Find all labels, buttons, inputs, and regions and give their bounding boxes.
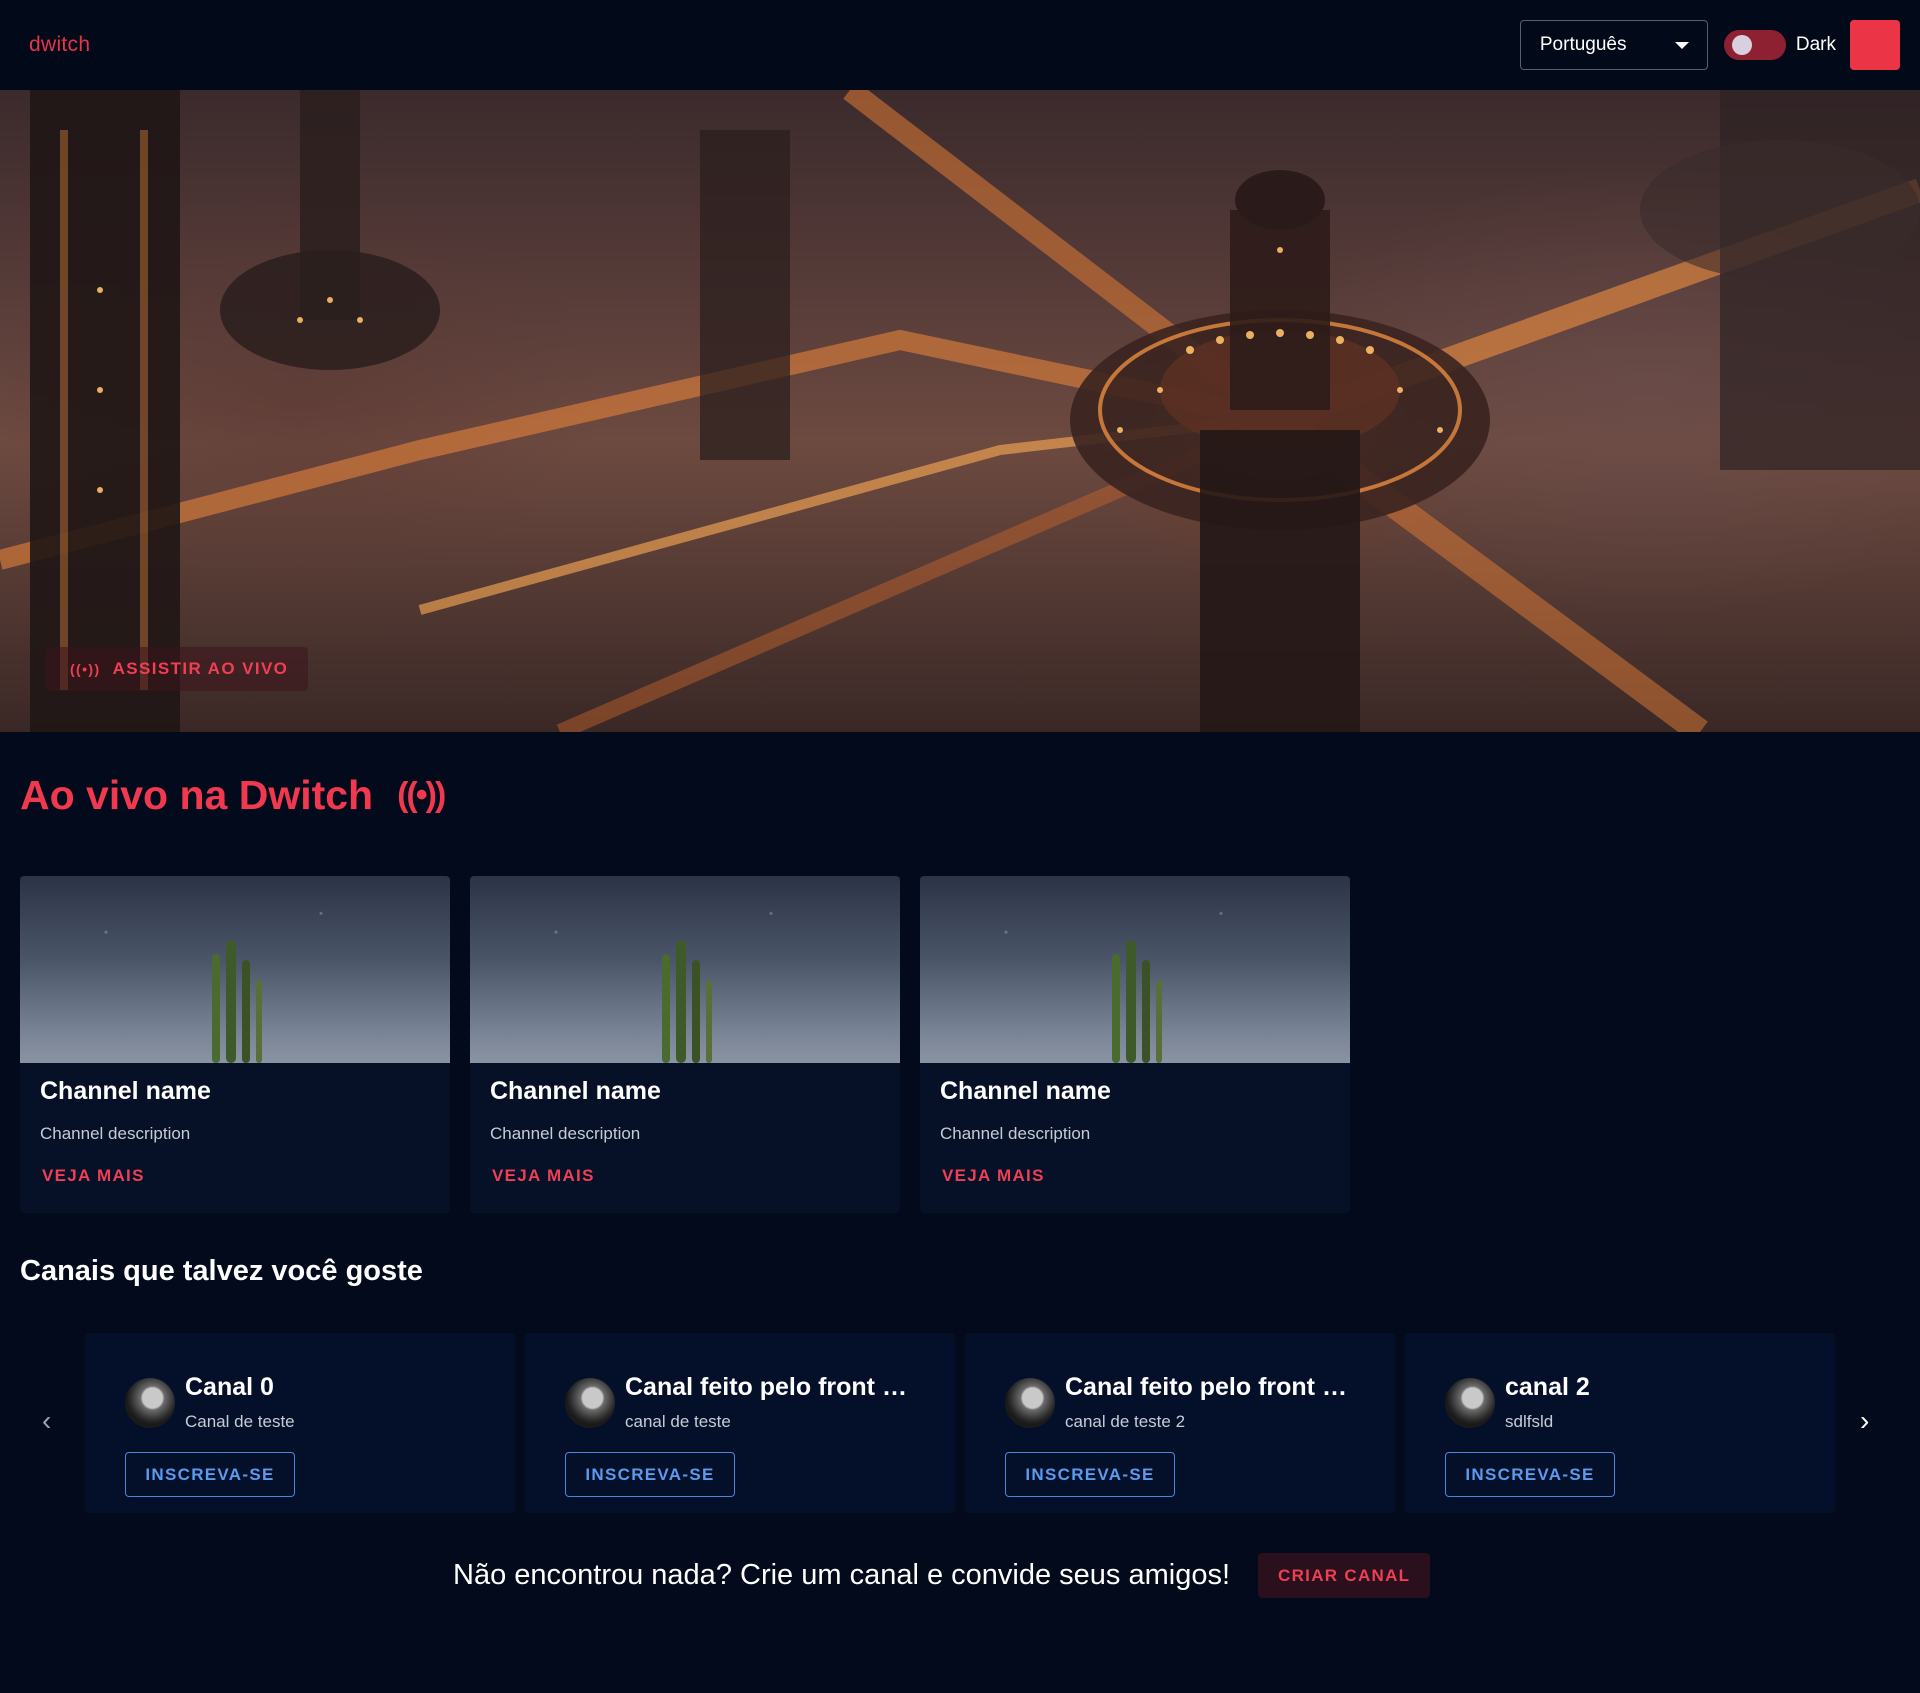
see-more-button[interactable]: VEJA MAIS <box>490 1166 880 1186</box>
subscribe-button[interactable]: INSCREVA-SE <box>1005 1452 1175 1497</box>
cta-message: Não encontrou nada? Crie um canal e conv… <box>453 1559 1231 1591</box>
channel-thumbnail <box>470 876 900 1063</box>
live-section-title-text: Ao vivo na Dwitch <box>20 772 374 818</box>
create-channel-button[interactable]: CRIAR CANAL <box>1258 1553 1431 1598</box>
chevron-right-icon[interactable]: › <box>1860 1405 1869 1437</box>
avatar <box>565 1378 615 1428</box>
broadcast-icon: ((•)) <box>397 776 446 814</box>
suggested-channel-card[interactable]: Canal 0 Canal de teste INSCREVA-SE <box>85 1333 515 1513</box>
live-channel-card[interactable]: Channel name Channel description VEJA MA… <box>470 876 900 1213</box>
live-channel-card[interactable]: Channel name Channel description VEJA MA… <box>20 876 450 1213</box>
caret-down-icon <box>1674 41 1689 49</box>
subscribe-button[interactable]: INSCREVA-SE <box>1445 1452 1615 1497</box>
card-header: Canal feito pelo front te... canal de te… <box>565 1373 915 1432</box>
cactus-image <box>662 940 712 1063</box>
channel-description: Channel description <box>940 1124 1091 1143</box>
card-header: Canal feito pelo front te... canal de te… <box>1005 1373 1355 1432</box>
channel-description: canal de teste 2 <box>1065 1412 1186 1431</box>
channel-name: canal 2 <box>1505 1373 1590 1401</box>
avatar <box>1005 1378 1055 1428</box>
watch-live-button[interactable]: ((•)) ASSISTIR AO VIVO <box>46 647 309 691</box>
subscribe-button[interactable]: INSCREVA-SE <box>125 1452 295 1497</box>
language-select[interactable]: Português <box>1519 20 1708 70</box>
live-section-title: Ao vivo na Dwitch ((•)) <box>20 772 446 819</box>
live-channel-card[interactable]: Channel name Channel description VEJA MA… <box>920 876 1350 1213</box>
app-bar: dwitch Português Dark <box>0 0 1920 90</box>
theme-toggle-thumb <box>1731 35 1752 55</box>
broadcast-icon: ((•)) <box>70 661 101 677</box>
card-body: Channel name Channel description VEJA MA… <box>920 1063 1350 1186</box>
logo[interactable]: dwitch <box>29 33 90 57</box>
avatar <box>1445 1378 1495 1428</box>
theme-label: Dark <box>1795 34 1836 55</box>
suggested-channel-list: Canal 0 Canal de teste INSCREVA-SE Canal… <box>85 1333 1835 1513</box>
card-text: Canal feito pelo front te... canal de te… <box>625 1373 915 1432</box>
subscribe-button[interactable]: INSCREVA-SE <box>565 1452 735 1497</box>
card-text: canal 2 sdlfsld <box>1505 1373 1590 1432</box>
theme-toggle[interactable] <box>1722 26 1788 64</box>
card-text: Canal 0 Canal de teste <box>185 1373 295 1432</box>
channel-name: Channel name <box>490 1077 661 1105</box>
profile-button[interactable] <box>1850 20 1900 70</box>
suggested-channel-card[interactable]: canal 2 sdlfsld INSCREVA-SE <box>1405 1333 1835 1513</box>
card-body: Channel name Channel description VEJA MA… <box>20 1063 450 1186</box>
card-body: Channel name Channel description VEJA MA… <box>470 1063 900 1186</box>
card-text: Canal feito pelo front te... canal de te… <box>1065 1373 1355 1432</box>
channel-description: Canal de teste <box>185 1412 295 1431</box>
channel-description: canal de teste <box>625 1412 731 1431</box>
language-select-value: Português <box>1539 34 1627 55</box>
channel-thumbnail <box>920 876 1350 1063</box>
suggested-channel-card[interactable]: Canal feito pelo front te... canal de te… <box>965 1333 1395 1513</box>
channel-description: Channel description <box>490 1124 641 1143</box>
channel-name: Canal feito pelo front te... <box>1065 1373 1355 1401</box>
cactus-image <box>1112 940 1162 1063</box>
suggested-section-title: Canais que talvez você goste <box>20 1255 423 1287</box>
see-more-button[interactable]: VEJA MAIS <box>940 1166 1330 1186</box>
card-header: Canal 0 Canal de teste <box>125 1373 475 1432</box>
channel-name: Canal feito pelo front te... <box>625 1373 915 1401</box>
cactus-image <box>212 940 262 1063</box>
create-channel-cta: Não encontrou nada? Crie um canal e conv… <box>453 1553 1431 1598</box>
suggested-carousel: ‹ Canal 0 Canal de teste INSCREVA-SE Can… <box>20 1333 1900 1513</box>
chevron-left-icon[interactable]: ‹ <box>42 1405 51 1437</box>
channel-description: sdlfsld <box>1505 1412 1554 1431</box>
live-channel-list: Channel name Channel description VEJA MA… <box>20 876 1350 1213</box>
card-header: canal 2 sdlfsld <box>1445 1373 1795 1432</box>
avatar <box>125 1378 175 1428</box>
channel-name: Canal 0 <box>185 1373 274 1401</box>
hero-banner: ((•)) ASSISTIR AO VIVO <box>0 90 1920 732</box>
channel-name: Channel name <box>40 1077 211 1105</box>
channel-thumbnail <box>20 876 450 1063</box>
channel-description: Channel description <box>40 1124 191 1143</box>
appbar-controls: Português Dark <box>1519 20 1900 70</box>
watch-live-label: ASSISTIR AO VIVO <box>112 659 289 678</box>
see-more-button[interactable]: VEJA MAIS <box>40 1166 430 1186</box>
channel-name: Channel name <box>940 1077 1111 1105</box>
suggested-channel-card[interactable]: Canal feito pelo front te... canal de te… <box>525 1333 955 1513</box>
hero-image <box>0 90 1920 732</box>
